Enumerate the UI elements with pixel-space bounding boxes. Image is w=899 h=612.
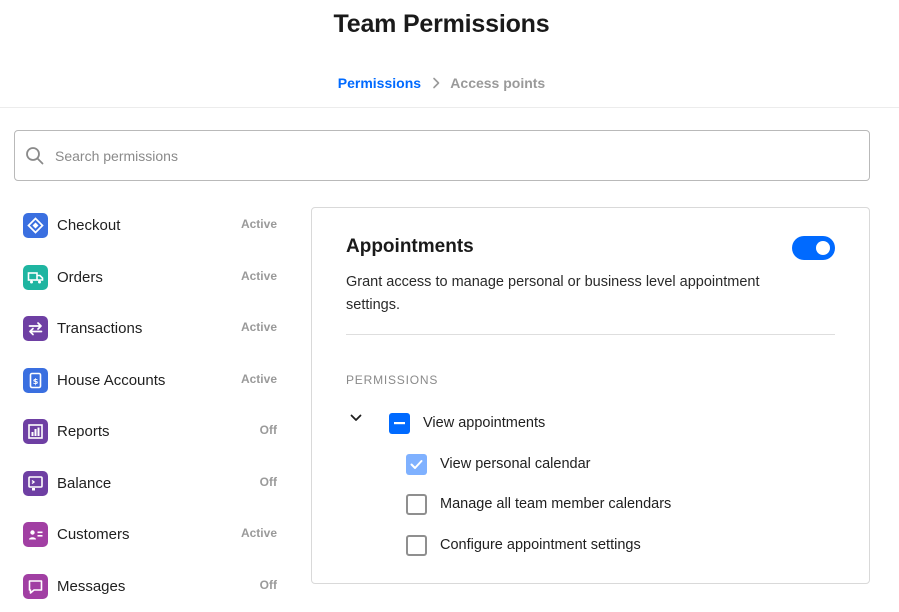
checkout-icon [23,213,48,238]
sidebar-item-balance[interactable]: Balance Off [14,458,286,510]
status-badge: Active [240,320,277,334]
minus-icon [394,422,405,425]
configure-appointment-settings-checkbox[interactable] [406,535,427,556]
status-badge: Off [259,577,277,592]
sidebar-item-label: Reports [57,423,110,440]
sidebar-item-label: Balance [57,474,112,492]
breadcrumb-access-points: Access points [450,75,546,91]
chevron-right-icon [425,76,447,92]
view-personal-calendar-label: View personal calendar [440,456,591,472]
breadcrumb-permissions-link[interactable]: Permissions [338,75,421,91]
sidebar-item-label: Messages [57,577,126,595]
panel-description: Grant access to manage personal or busin… [346,274,760,313]
chevron-down-icon[interactable] [348,410,364,426]
bar-chart-icon [23,419,48,444]
status-badge: Active [240,371,277,386]
sidebar-item-reports[interactable]: Reports Off [14,406,286,458]
view-appointments-label: View appointments [423,415,546,431]
sidebar-item-orders[interactable]: Orders Active [14,252,286,304]
sidebar-item-house-accounts[interactable]: $ House Accounts Active [14,355,286,407]
status-badge: Off [259,423,277,437]
status-badge: Active [240,526,277,540]
status-badge: Off [259,474,277,489]
sidebar-item-label: Transactions [57,320,143,337]
divider [346,334,835,335]
page-title: Team Permissions [333,10,550,38]
view-personal-calendar-checkbox[interactable] [406,454,427,475]
breadcrumb: Permissions Access points [0,75,883,92]
sidebar-item-label: House Accounts [57,371,166,389]
search-icon [26,147,44,165]
manage-team-calendars-label: Manage all team member calendars [440,496,672,512]
sidebar-item-checkout[interactable]: Checkout Active [14,200,286,252]
terminal-icon [23,470,48,496]
search-box[interactable] [14,130,870,181]
panel-title: Appointments [346,236,474,257]
svg-text:$: $ [33,377,39,386]
sidebar-item-customers[interactable]: Customers Active [14,509,286,561]
search-input[interactable] [55,131,855,180]
appointments-toggle[interactable] [792,236,835,260]
checkmark-icon [410,460,423,469]
permission-detail-panel: Appointments Grant access to manage pers… [311,207,870,584]
sidebar: Checkout Active Orders Active Transactio… [14,200,286,612]
configure-appointment-settings-label: Configure appointment settings [440,537,641,553]
manage-team-calendars-checkbox[interactable] [406,494,427,515]
view-appointments-checkbox[interactable] [389,413,410,434]
status-badge: Active [240,217,277,231]
sidebar-item-transactions[interactable]: Transactions Active [14,303,286,355]
sidebar-item-label: Customers [57,526,130,543]
header: Team Permissions Permissions Access poin… [0,0,899,108]
status-badge: Active [240,268,277,283]
sidebar-item-messages[interactable]: Messages Off [14,561,286,612]
permissions-heading: PERMISSIONS [346,373,439,387]
message-icon [23,573,48,599]
dollar-document-icon: $ [23,367,48,393]
truck-icon [23,264,48,290]
arrows-swap-icon [23,316,48,341]
contact-card-icon [23,522,48,547]
toggle-knob [816,241,830,255]
sidebar-item-label: Checkout [57,217,121,234]
sidebar-item-label: Orders [57,268,103,286]
